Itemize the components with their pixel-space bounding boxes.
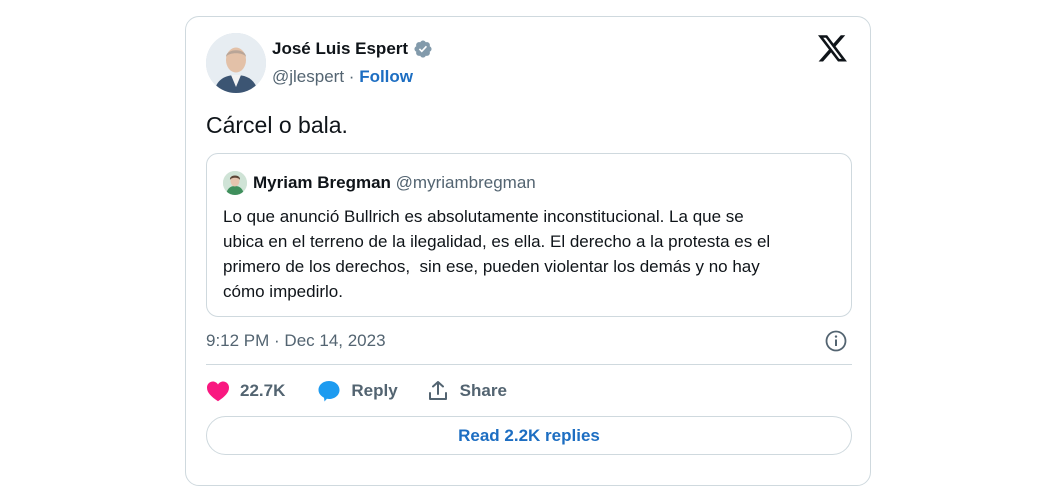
quoted-author-name: Myriam Bregman	[253, 173, 391, 192]
author-handle-row: @jlespert · Follow	[272, 67, 413, 87]
verified-badge-icon	[413, 39, 433, 59]
quoted-author-row: Myriam Bregman @myriambregman	[253, 173, 536, 193]
quoted-tweet[interactable]: Myriam Bregman @myriambregman Lo que anu…	[206, 153, 852, 317]
info-icon[interactable]	[824, 329, 848, 353]
tweet-card: José Luis Espert @jlespert · Follow Cárc…	[185, 16, 871, 486]
tweet-timestamp[interactable]: 9:12 PM · Dec 14, 2023	[206, 331, 386, 351]
action-bar: 22.7K Reply Share	[206, 379, 507, 403]
author-handle[interactable]: @jlespert	[272, 67, 344, 86]
divider	[206, 364, 852, 365]
author-avatar[interactable]	[206, 33, 266, 93]
tweet-text: Cárcel o bala.	[206, 112, 348, 138]
like-button[interactable]: 22.7K	[206, 380, 285, 402]
share-label: Share	[459, 381, 507, 400]
like-count: 22.7K	[240, 381, 286, 400]
separator-dot: ·	[348, 67, 360, 86]
author-name[interactable]: José Luis Espert	[272, 39, 408, 59]
share-button[interactable]: Share	[426, 379, 507, 403]
reply-button[interactable]: Reply	[317, 379, 398, 403]
x-logo-icon[interactable]	[818, 35, 848, 63]
reply-bubble-icon	[318, 381, 340, 402]
heart-icon	[207, 381, 229, 402]
reply-label: Reply	[351, 381, 398, 400]
share-upload-icon	[428, 381, 447, 400]
quoted-tweet-text: Lo que anunció Bullrich es absolutamente…	[223, 207, 771, 301]
read-replies-button[interactable]: Read 2.2K replies	[206, 416, 852, 455]
quoted-author-handle: @myriambregman	[395, 173, 536, 192]
quoted-author-avatar[interactable]	[223, 171, 247, 195]
author-name-row: José Luis Espert	[272, 39, 433, 59]
follow-button[interactable]: Follow	[359, 67, 413, 86]
